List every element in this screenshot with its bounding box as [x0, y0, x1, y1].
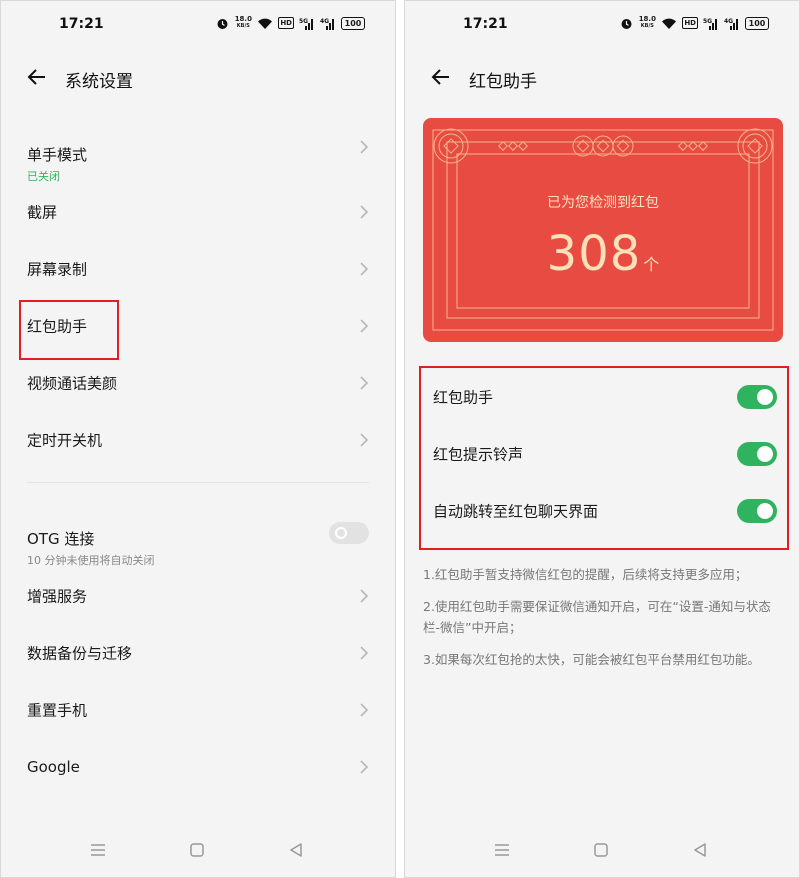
toggle-row-assistant[interactable]: 红包助手: [421, 368, 787, 425]
toggle-settings-group: 红包助手 红包提示铃声 自动跳转至红包聊天界面: [419, 366, 789, 550]
list-item-otg[interactable]: OTG 连接 10 分钟未使用将自动关闭: [1, 495, 395, 567]
signal-5g-icon: 5G: [299, 17, 315, 30]
list-item-scheduled-power[interactable]: 定时开关机: [1, 411, 395, 468]
chevron-right-icon: [360, 645, 369, 660]
hd-icon: HD: [278, 17, 294, 29]
otg-hint: 10 分钟未使用将自动关闭: [27, 554, 155, 567]
count-unit: 个: [643, 255, 660, 274]
page-header: 红包助手: [405, 57, 799, 101]
chevron-right-icon: [360, 432, 369, 447]
ringtone-toggle[interactable]: [737, 441, 777, 466]
alarm-icon: [620, 17, 633, 30]
svg-text:5G: 5G: [703, 18, 712, 25]
navigation-bar: [405, 835, 799, 865]
toggle-row-auto-jump[interactable]: 自动跳转至红包聊天界面: [421, 482, 787, 539]
alarm-icon: [216, 17, 229, 30]
auto-jump-toggle[interactable]: [737, 498, 777, 523]
back-icon[interactable]: [287, 841, 305, 859]
hd-icon: HD: [682, 17, 698, 29]
list-item-screenshot[interactable]: 截屏: [1, 183, 395, 240]
chevron-right-icon: [360, 759, 369, 774]
chevron-right-icon: [360, 261, 369, 276]
chevron-right-icon: [360, 204, 369, 219]
svg-text:4G: 4G: [320, 18, 329, 25]
network-speed-indicator: 18.0 KB/S: [234, 15, 252, 30]
wifi-icon: [661, 17, 677, 30]
page-title: 系统设置: [65, 72, 133, 92]
network-speed-indicator: 18.0 KB/S: [638, 15, 656, 30]
svg-text:4G: 4G: [724, 18, 733, 25]
home-icon[interactable]: [592, 841, 610, 859]
note-3: 3.如果每次红包抢的太快，可能会被红包平台禁用红包功能。: [423, 652, 760, 667]
status-off-label: 已关闭: [27, 170, 60, 183]
list-item-one-hand-mode[interactable]: 单手模式 已关闭: [1, 111, 395, 183]
system-settings-screen: 17:21 18.0 KB/S HD 5G 4G 100 系统设置 单手模式 已…: [0, 0, 396, 878]
navigation-bar: [1, 835, 395, 865]
list-item-backup-migrate[interactable]: 数据备份与迁移: [1, 624, 395, 681]
count-number: 308: [546, 226, 642, 282]
list-item-reset-phone[interactable]: 重置手机: [1, 681, 395, 738]
page-title: 红包助手: [469, 72, 537, 92]
signal-4g-icon: 4G: [320, 17, 336, 30]
assistant-toggle[interactable]: [737, 384, 777, 409]
chevron-right-icon: [360, 140, 369, 154]
red-packet-assistant-screen: 17:21 18.0 KB/S HD 5G 4G 100 红包助手 已为您检测到…: [404, 0, 800, 878]
battery-icon: 100: [745, 16, 769, 30]
back-icon[interactable]: [691, 841, 709, 859]
chevron-right-icon: [360, 318, 369, 333]
svg-text:5G: 5G: [299, 18, 308, 25]
signal-5g-icon: 5G: [703, 17, 719, 30]
highlight-annotation: [19, 300, 119, 360]
menu-icon[interactable]: [89, 841, 107, 859]
help-notes: 1.红包助手暂支持微信红包的提醒，后续将支持更多应用； 2.使用红包助手需要保证…: [423, 564, 785, 681]
menu-icon[interactable]: [493, 841, 511, 859]
settings-list: 单手模式 已关闭 截屏 屏幕录制 红包助手 视频通话美颜 定时开关机 OTG 连…: [1, 111, 395, 795]
toggle-row-ringtone[interactable]: 红包提示铃声: [421, 425, 787, 482]
red-packet-count: 308 个: [423, 226, 783, 282]
note-2: 2.使用红包助手需要保证微信通知开启，可在“设置-通知与状态栏-微信”中开启；: [423, 599, 771, 635]
list-item-enhanced-services[interactable]: 增强服务: [1, 567, 395, 624]
list-item-screen-record[interactable]: 屏幕录制: [1, 240, 395, 297]
wifi-icon: [257, 17, 273, 30]
status-time: 17:21: [59, 16, 104, 32]
status-bar: 17:21 18.0 KB/S HD 5G 4G 100: [1, 1, 395, 51]
chevron-right-icon: [360, 375, 369, 390]
chevron-right-icon: [360, 588, 369, 603]
list-item-google[interactable]: Google: [1, 738, 395, 795]
card-caption: 已为您检测到红包: [547, 195, 659, 211]
battery-icon: 100: [341, 16, 365, 30]
status-bar: 17:21 18.0 KB/S HD 5G 4G 100: [405, 1, 799, 51]
signal-4g-icon: 4G: [724, 17, 740, 30]
note-1: 1.红包助手暂支持微信红包的提醒，后续将支持更多应用；: [423, 567, 748, 582]
page-header: 系统设置: [1, 57, 395, 101]
red-packet-counter-card: 已为您检测到红包 308 个: [423, 118, 783, 342]
list-item-video-call-beauty[interactable]: 视频通话美颜: [1, 354, 395, 411]
back-arrow-icon[interactable]: [429, 65, 453, 89]
otg-toggle[interactable]: [329, 522, 369, 544]
divider: [27, 482, 369, 483]
home-icon[interactable]: [188, 841, 206, 859]
back-arrow-icon[interactable]: [25, 65, 49, 89]
chevron-right-icon: [360, 702, 369, 717]
status-time: 17:21: [463, 16, 508, 32]
